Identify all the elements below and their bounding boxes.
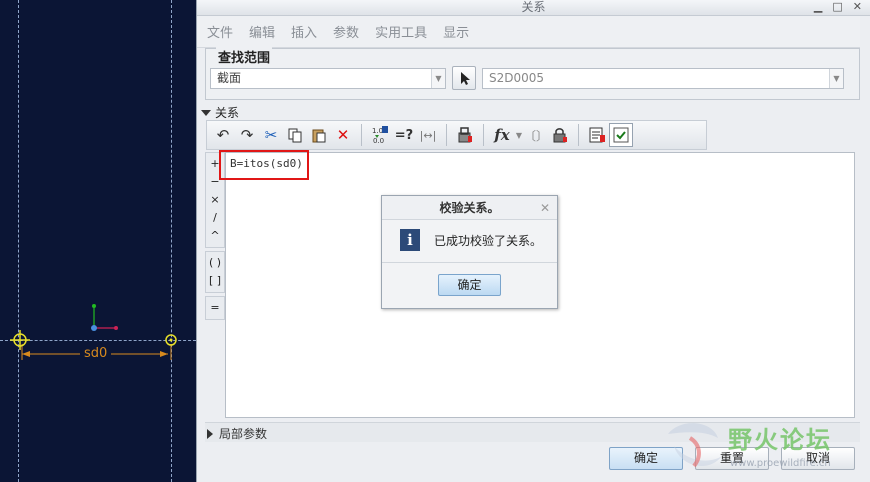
- lookup-scope-label: 查找范围: [216, 47, 273, 66]
- operator-group-brackets: ( ) [ ]: [205, 251, 225, 293]
- dimension-arrow-left: [22, 351, 30, 357]
- copy-button[interactable]: [283, 123, 307, 147]
- modal-close-button[interactable]: ✕: [540, 196, 550, 220]
- undo-button[interactable]: ↶: [211, 123, 235, 147]
- verify-relations-modal: 校验关系。 ✕ i 已成功校验了关系。 确定: [381, 195, 558, 309]
- insert-parameter-button[interactable]: [453, 123, 477, 147]
- menu-parameters[interactable]: 参数: [333, 22, 359, 41]
- chevron-down-icon: ▼: [431, 69, 445, 88]
- modal-message: 已成功校验了关系。: [434, 233, 543, 248]
- sketch-canvas[interactable]: sd0: [0, 0, 196, 482]
- local-params-toggle[interactable]: 局部参数: [207, 425, 267, 442]
- paste-button[interactable]: [307, 123, 331, 147]
- cursor-arrow-icon: [461, 72, 470, 85]
- modal-title-bar[interactable]: 校验关系。 ✕: [382, 196, 557, 220]
- screen: sd0 关系 ▁ □ ✕ 文件 编辑 插入 参数 实用工具 显示 查找范围 截面…: [0, 0, 870, 482]
- info-icon: i: [400, 229, 420, 251]
- lock-parameter-icon: [458, 127, 472, 143]
- relations-toolbar: ↶ ↷ ✂ ✕ 1.0 0.0 =? |↔| fx ▼ 〔〕: [206, 120, 707, 150]
- operator-parentheses[interactable]: ( ): [206, 254, 224, 272]
- csys-origin: [91, 325, 97, 331]
- cut-button[interactable]: ✂: [259, 123, 283, 147]
- scope-type-select[interactable]: 截面 ▼: [210, 68, 446, 89]
- toolbar-separator: [361, 124, 362, 146]
- toolbar-separator: [483, 124, 484, 146]
- menu-bar: 文件 编辑 插入 参数 实用工具 显示: [197, 16, 860, 48]
- chevron-down-icon: ▼: [829, 69, 843, 88]
- operator-power[interactable]: ^: [206, 227, 224, 245]
- scope-type-value: 截面: [217, 71, 242, 85]
- insert-function-button[interactable]: fx: [490, 123, 514, 147]
- sort-icon: 1.00.0: [372, 126, 388, 145]
- select-object-button[interactable]: [452, 66, 476, 90]
- dimension-label-sd0[interactable]: sd0: [80, 346, 112, 361]
- modal-ok-button[interactable]: 确定: [438, 274, 501, 296]
- paste-icon: [312, 129, 326, 143]
- dimension-arrow-right: [160, 351, 168, 357]
- modal-title: 校验关系。: [439, 201, 500, 215]
- menu-edit[interactable]: 编辑: [249, 22, 275, 41]
- verify-check-button[interactable]: [609, 123, 633, 147]
- verify-relations-button[interactable]: =?: [392, 123, 416, 147]
- window-title: 关系: [521, 0, 546, 14]
- close-button[interactable]: ✕: [853, 0, 862, 14]
- title-bar[interactable]: 关系 ▁ □ ✕: [197, 0, 870, 16]
- chevron-down-icon[interactable]: ▼: [514, 123, 524, 147]
- lookup-scope-group: 查找范围 截面 ▼ S2D0005 ▼: [205, 47, 860, 100]
- menu-file[interactable]: 文件: [207, 22, 233, 41]
- svg-text:0.0: 0.0: [373, 137, 384, 145]
- ok-button[interactable]: 确定: [609, 447, 683, 470]
- scope-object-value: S2D0005: [489, 71, 545, 85]
- reset-button[interactable]: 重置: [695, 447, 769, 470]
- document-list-icon: [589, 127, 605, 143]
- operator-brackets[interactable]: [ ]: [206, 272, 224, 290]
- local-params-label: 局部参数: [219, 427, 268, 441]
- measure-button[interactable]: |↔|: [416, 123, 440, 147]
- local-params-bar: [205, 422, 860, 442]
- menu-utilities[interactable]: 实用工具: [375, 22, 427, 41]
- copy-icon: [288, 128, 302, 143]
- toolbar-separator: [578, 124, 579, 146]
- svg-text:1.0: 1.0: [372, 127, 383, 135]
- menu-insert[interactable]: 插入: [291, 22, 317, 41]
- sort-relations-button[interactable]: 1.0 0.0: [368, 123, 392, 147]
- highlight-box: [219, 150, 309, 180]
- operator-group-equals: =: [205, 296, 225, 320]
- maximize-button[interactable]: □: [832, 0, 842, 14]
- sketch-geometry: [10, 304, 177, 360]
- operator-panel: + − × / ^ ( ) [ ] =: [205, 152, 225, 418]
- menu-display[interactable]: 显示: [443, 22, 469, 41]
- operator-multiply[interactable]: ×: [206, 191, 224, 209]
- collapse-triangle-icon: [201, 109, 211, 116]
- lock-button[interactable]: [548, 123, 572, 147]
- toolbar-separator: [446, 124, 447, 146]
- expand-triangle-icon: [207, 428, 213, 439]
- scope-object-select[interactable]: S2D0005 ▼: [482, 68, 844, 89]
- operator-equals[interactable]: =: [206, 299, 224, 317]
- modal-body: i 已成功校验了关系。: [382, 220, 557, 260]
- relations-section-toggle[interactable]: 关系: [201, 104, 239, 121]
- delete-button[interactable]: ✕: [331, 123, 355, 147]
- checkmark-icon: [613, 127, 629, 143]
- show-info-button[interactable]: [585, 123, 609, 147]
- lock-icon: [553, 128, 567, 143]
- redo-button[interactable]: ↷: [235, 123, 259, 147]
- relations-section-label: 关系: [215, 106, 240, 120]
- brackets-button[interactable]: 〔〕: [524, 123, 548, 147]
- minimize-button[interactable]: ▁: [814, 0, 822, 14]
- modal-footer: 确定: [382, 262, 557, 308]
- operator-divide[interactable]: /: [206, 209, 224, 227]
- cancel-button[interactable]: 取消: [781, 447, 855, 470]
